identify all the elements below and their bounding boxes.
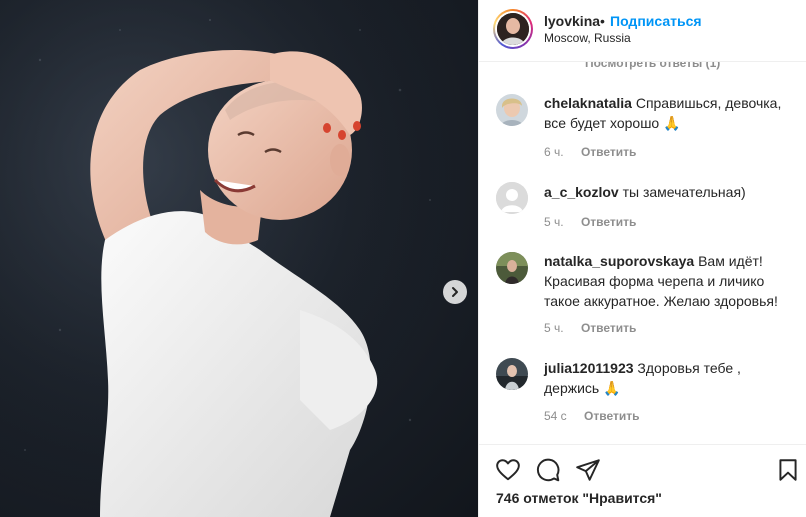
- default-avatar-icon: [496, 182, 528, 214]
- bookmark-icon: [779, 459, 797, 481]
- comment-username[interactable]: a_c_kozlov: [544, 184, 619, 200]
- comment-time[interactable]: 5 ч.: [544, 321, 564, 335]
- comment-icon: [536, 458, 560, 482]
- comment-button[interactable]: [535, 457, 561, 483]
- comment-meta: 6 ч. Ответить: [544, 145, 636, 159]
- comment-meta: 5 ч. Ответить: [544, 215, 636, 229]
- commenter-avatar[interactable]: [496, 358, 528, 390]
- next-photo-button[interactable]: [443, 280, 467, 304]
- comment-body: chelaknatalia Справишься, девочка, все б…: [544, 93, 794, 133]
- follow-button[interactable]: Подписаться: [610, 13, 702, 29]
- author-username[interactable]: lyovkina: [544, 13, 600, 29]
- view-replies-link[interactable]: Посмотреть ответы (1): [585, 62, 720, 70]
- comment-time[interactable]: 54 с: [544, 409, 567, 423]
- reply-button[interactable]: Ответить: [581, 215, 636, 229]
- reply-button[interactable]: Ответить: [581, 145, 636, 159]
- profile-photo-icon: [497, 13, 529, 45]
- reply-button[interactable]: Ответить: [581, 321, 636, 335]
- comment-body: a_c_kozlov ты замечательная): [544, 182, 794, 202]
- like-button[interactable]: [495, 457, 521, 483]
- post-location[interactable]: Moscow, Russia: [544, 31, 631, 45]
- comment-meta: 54 с Ответить: [544, 409, 639, 423]
- likes-count[interactable]: 746 отметок "Нравится": [496, 490, 662, 506]
- post-actions-bar: 746 отметок "Нравится": [479, 444, 806, 517]
- comment-body: julia12011923 Здоровья тебе , держись 🙏: [544, 358, 794, 398]
- comment-time[interactable]: 5 ч.: [544, 215, 564, 229]
- pray-emoji: 🙏: [663, 115, 681, 131]
- comment-time[interactable]: 6 ч.: [544, 145, 564, 159]
- comment-body: natalka_suporovskaya Вам идёт! Красивая …: [544, 251, 794, 311]
- comment-username[interactable]: natalka_suporovskaya: [544, 253, 694, 269]
- heart-icon: [496, 459, 520, 481]
- chevron-right-icon: [452, 287, 458, 297]
- comment-text: ты замечательная): [622, 184, 746, 200]
- comment-username[interactable]: julia12011923: [544, 360, 634, 376]
- commenter-avatar[interactable]: [496, 94, 528, 126]
- commenter-avatar[interactable]: [496, 252, 528, 284]
- comments-list: Посмотреть ответы (1) chelaknatalia Спра…: [479, 62, 806, 444]
- pray-emoji: 🙏: [603, 380, 621, 396]
- commenter-avatar-default[interactable]: [496, 182, 528, 214]
- comment-username[interactable]: chelaknatalia: [544, 95, 632, 111]
- share-button[interactable]: [575, 457, 601, 483]
- separator-dot: •: [600, 13, 605, 29]
- post-side-panel: lyovkina • Подписаться Moscow, Russia По…: [478, 0, 806, 517]
- post-header: lyovkina • Подписаться Moscow, Russia: [479, 0, 806, 62]
- author-avatar[interactable]: [493, 9, 533, 49]
- share-icon: [576, 459, 600, 481]
- reply-button[interactable]: Ответить: [584, 409, 639, 423]
- post-photo: [0, 0, 478, 517]
- save-button[interactable]: [775, 457, 801, 483]
- comment-meta: 5 ч. Ответить: [544, 321, 636, 335]
- photo-illustration: [0, 0, 478, 517]
